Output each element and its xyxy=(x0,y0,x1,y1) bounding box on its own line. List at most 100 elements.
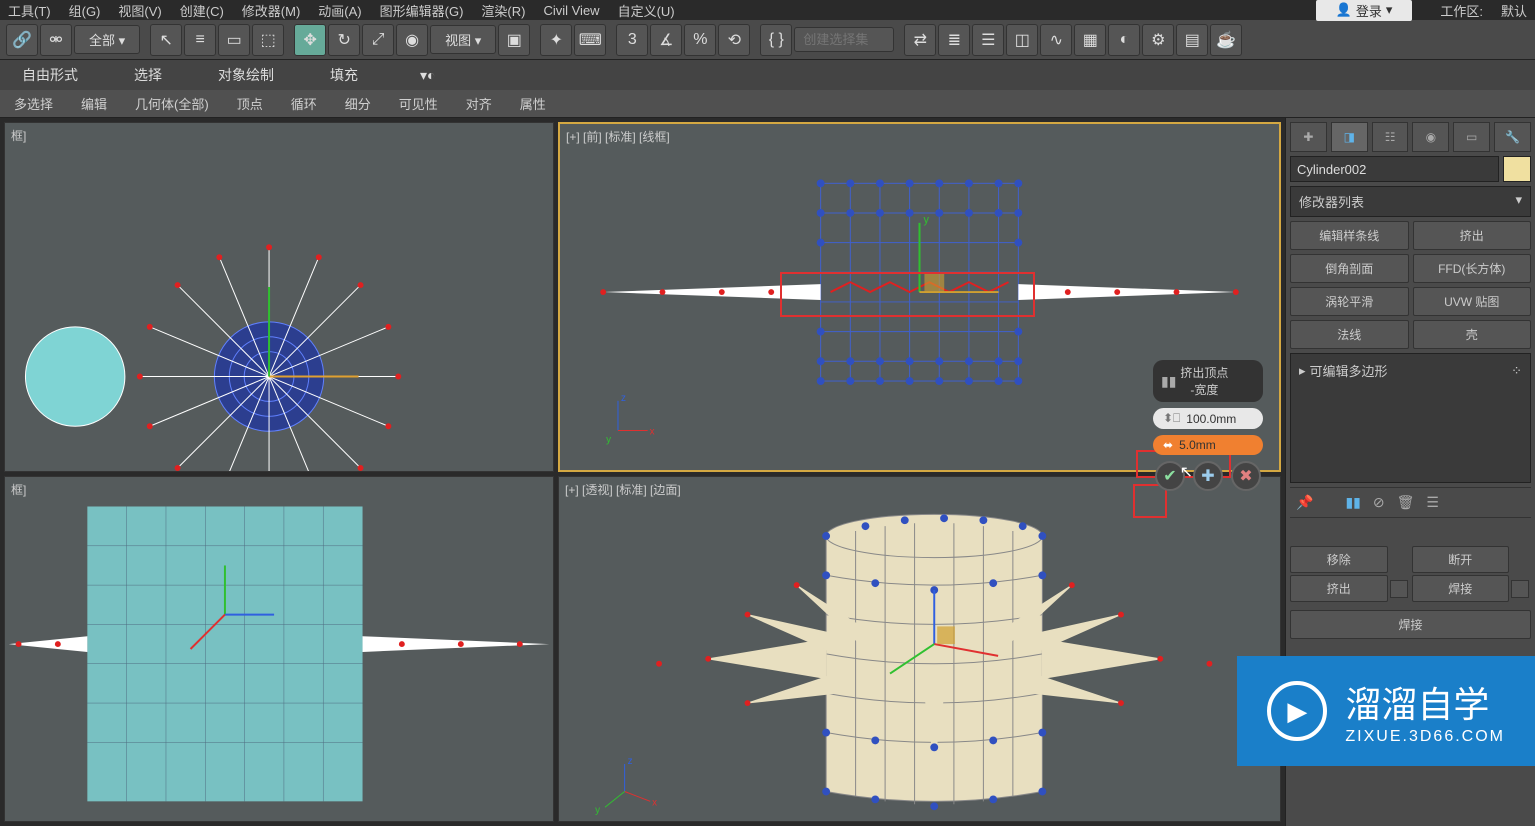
login-button[interactable]: 👤 登录 ▾ xyxy=(1316,0,1413,21)
panel-tab-modify[interactable]: ◨ xyxy=(1331,122,1368,152)
unlink-icon[interactable]: ⚮ xyxy=(40,24,72,56)
align-icon[interactable]: ≣ xyxy=(938,24,970,56)
rotate-icon[interactable]: ↻ xyxy=(328,24,360,56)
panel-tab-display[interactable]: ▭ xyxy=(1453,122,1490,152)
menu-create[interactable]: 创建(C) xyxy=(180,1,224,20)
quick-edit-spline-button[interactable]: 编辑样条线 xyxy=(1290,221,1409,250)
menu-modifier[interactable]: 修改器(M) xyxy=(242,1,301,20)
ribbon-tab-populate[interactable]: 填充 xyxy=(316,59,372,91)
viewport-left[interactable]: 框] xyxy=(4,476,554,822)
move-icon[interactable]: ✥ xyxy=(294,24,326,56)
caddy-cancel-button[interactable]: ✖ xyxy=(1231,461,1261,491)
panel-tab-utilities[interactable]: 🔧 xyxy=(1494,122,1531,152)
quick-chamfer-button[interactable]: 倒角剖面 xyxy=(1290,254,1409,283)
snap-3-icon[interactable]: 3 xyxy=(616,24,648,56)
panel-tab-create[interactable]: ✚ xyxy=(1290,122,1327,152)
mirror-icon[interactable]: ⇄ xyxy=(904,24,936,56)
sub-properties[interactable]: 属性 xyxy=(512,90,554,117)
layers-icon[interactable]: ☰ xyxy=(972,24,1004,56)
viewport-top-label[interactable]: 框] xyxy=(11,127,26,144)
pivot-icon[interactable]: ▣ xyxy=(498,24,530,56)
show-end-result-icon[interactable]: ▮▮ xyxy=(1345,494,1360,511)
menu-group[interactable]: 组(G) xyxy=(69,1,101,20)
object-name-input[interactable] xyxy=(1290,156,1499,182)
named-selection-input[interactable] xyxy=(794,27,894,52)
viewport-front-label[interactable]: [+] [前] [标准] [线框] xyxy=(566,128,670,145)
select-name-icon[interactable]: ≡ xyxy=(184,24,216,56)
weld-button[interactable]: 焊接 xyxy=(1412,575,1510,602)
quick-turbosmooth-button[interactable]: 涡轮平滑 xyxy=(1290,287,1409,316)
curve-editor-icon[interactable]: ∿ xyxy=(1040,24,1072,56)
extrude-button[interactable]: 挤出 xyxy=(1290,575,1388,602)
caddy-width-spinner[interactable]: ⬌ 5.0mm xyxy=(1153,435,1263,455)
render-icon[interactable]: ☕ xyxy=(1210,24,1242,56)
layer-explorer-icon[interactable]: ◫ xyxy=(1006,24,1038,56)
ribbon-tab-selection[interactable]: 选择 xyxy=(120,59,176,91)
panel-tab-motion[interactable]: ◉ xyxy=(1412,122,1449,152)
viewport-persp-label[interactable]: [+] [透视] [标准] [边面] xyxy=(565,481,681,498)
menu-view[interactable]: 视图(V) xyxy=(118,1,161,20)
modifier-stack[interactable]: ▸ 可编辑多边形 ⁘ xyxy=(1290,353,1531,483)
select-icon[interactable]: ↖ xyxy=(150,24,182,56)
make-unique-icon[interactable]: ⊘ xyxy=(1373,494,1385,511)
sub-geometry[interactable]: 几何体(全部) xyxy=(127,90,217,117)
sub-polymodel[interactable]: 多选择 xyxy=(6,90,61,117)
render-setup-icon[interactable]: ⚙ xyxy=(1142,24,1174,56)
caddy-ok-button[interactable]: ✔ xyxy=(1155,461,1185,491)
sub-loop[interactable]: 循环 xyxy=(283,90,325,117)
placement-icon[interactable]: ◉ xyxy=(396,24,428,56)
angle-snap-icon[interactable]: ∡ xyxy=(650,24,682,56)
configure-icon[interactable]: ☰ xyxy=(1426,494,1439,511)
weld-settings-button[interactable] xyxy=(1511,580,1529,598)
workspace-value[interactable]: 默认 xyxy=(1501,1,1527,20)
menu-graph[interactable]: 图形编辑器(G) xyxy=(380,1,464,20)
menu-custom[interactable]: 自定义(U) xyxy=(618,1,675,20)
keyboard-icon[interactable]: ⌨ xyxy=(574,24,606,56)
quick-shell-button[interactable]: 壳 xyxy=(1413,320,1532,349)
panel-tab-hierarchy[interactable]: ☷ xyxy=(1372,122,1409,152)
menu-civil[interactable]: Civil View xyxy=(543,3,599,18)
extrude-settings-button[interactable] xyxy=(1390,580,1408,598)
pin-icon[interactable]: 📌 xyxy=(1296,494,1313,511)
quick-ffd-button[interactable]: FFD(长方体) xyxy=(1413,254,1532,283)
remove-button[interactable]: 移除 xyxy=(1290,546,1388,573)
modifier-list-dropdown[interactable]: 修改器列表 ▾ xyxy=(1290,186,1531,217)
named-sets-icon[interactable]: { } xyxy=(760,24,792,56)
vertex-subobj-icon[interactable]: ⁘ xyxy=(1511,363,1522,379)
schematic-icon[interactable]: ▦ xyxy=(1074,24,1106,56)
ribbon-tab-paint[interactable]: 对象绘制 xyxy=(204,59,288,91)
selection-filter-dropdown[interactable]: 全部 ▾ xyxy=(74,25,140,54)
sub-vertex[interactable]: 顶点 xyxy=(229,90,271,117)
sub-subdiv[interactable]: 细分 xyxy=(337,90,379,117)
material-editor-icon[interactable]: ◐ xyxy=(1108,24,1140,56)
menu-animation[interactable]: 动画(A) xyxy=(318,1,361,20)
viewport-perspective[interactable]: [+] [透视] [标准] [边面] xyxy=(558,476,1281,822)
menu-tools[interactable]: 工具(T) xyxy=(8,1,51,20)
ref-coord-dropdown[interactable]: 视图 ▾ xyxy=(430,25,496,54)
select-window-icon[interactable]: ⬚ xyxy=(252,24,284,56)
link-icon[interactable]: 🔗 xyxy=(6,24,38,56)
menu-render[interactable]: 渲染(R) xyxy=(481,1,525,20)
manipulate-icon[interactable]: ✦ xyxy=(540,24,572,56)
viewport-top[interactable]: 框] xyxy=(4,122,554,472)
sub-edit[interactable]: 编辑 xyxy=(73,90,115,117)
select-rect-icon[interactable]: ▭ xyxy=(218,24,250,56)
target-weld-button[interactable]: 焊接 xyxy=(1290,610,1531,639)
remove-modifier-icon[interactable]: 🗑 xyxy=(1397,494,1415,511)
break-button[interactable]: 断开 xyxy=(1412,546,1510,573)
ribbon-tab-freeform[interactable]: 自由形式 xyxy=(8,59,92,91)
object-color-swatch[interactable] xyxy=(1503,156,1531,182)
quick-uvwmap-button[interactable]: UVW 贴图 xyxy=(1413,287,1532,316)
modifier-item-editable-poly[interactable]: ▸ 可编辑多边形 ⁘ xyxy=(1295,358,1526,383)
scale-icon[interactable]: ⤢ xyxy=(362,24,394,56)
caddy-apply-button[interactable]: ✚ xyxy=(1193,461,1223,491)
render-frame-icon[interactable]: ▤ xyxy=(1176,24,1208,56)
quick-extrude-button[interactable]: 挤出 xyxy=(1413,221,1532,250)
quick-normal-button[interactable]: 法线 xyxy=(1290,320,1409,349)
ribbon-expand-icon[interactable]: ▾◐ xyxy=(420,67,435,84)
viewport-left-label[interactable]: 框] xyxy=(11,481,26,498)
sub-align[interactable]: 对齐 xyxy=(458,90,500,117)
sub-visibility[interactable]: 可见性 xyxy=(391,90,446,117)
spinner-snap-icon[interactable]: ⟲ xyxy=(718,24,750,56)
percent-snap-icon[interactable]: % xyxy=(684,24,716,56)
